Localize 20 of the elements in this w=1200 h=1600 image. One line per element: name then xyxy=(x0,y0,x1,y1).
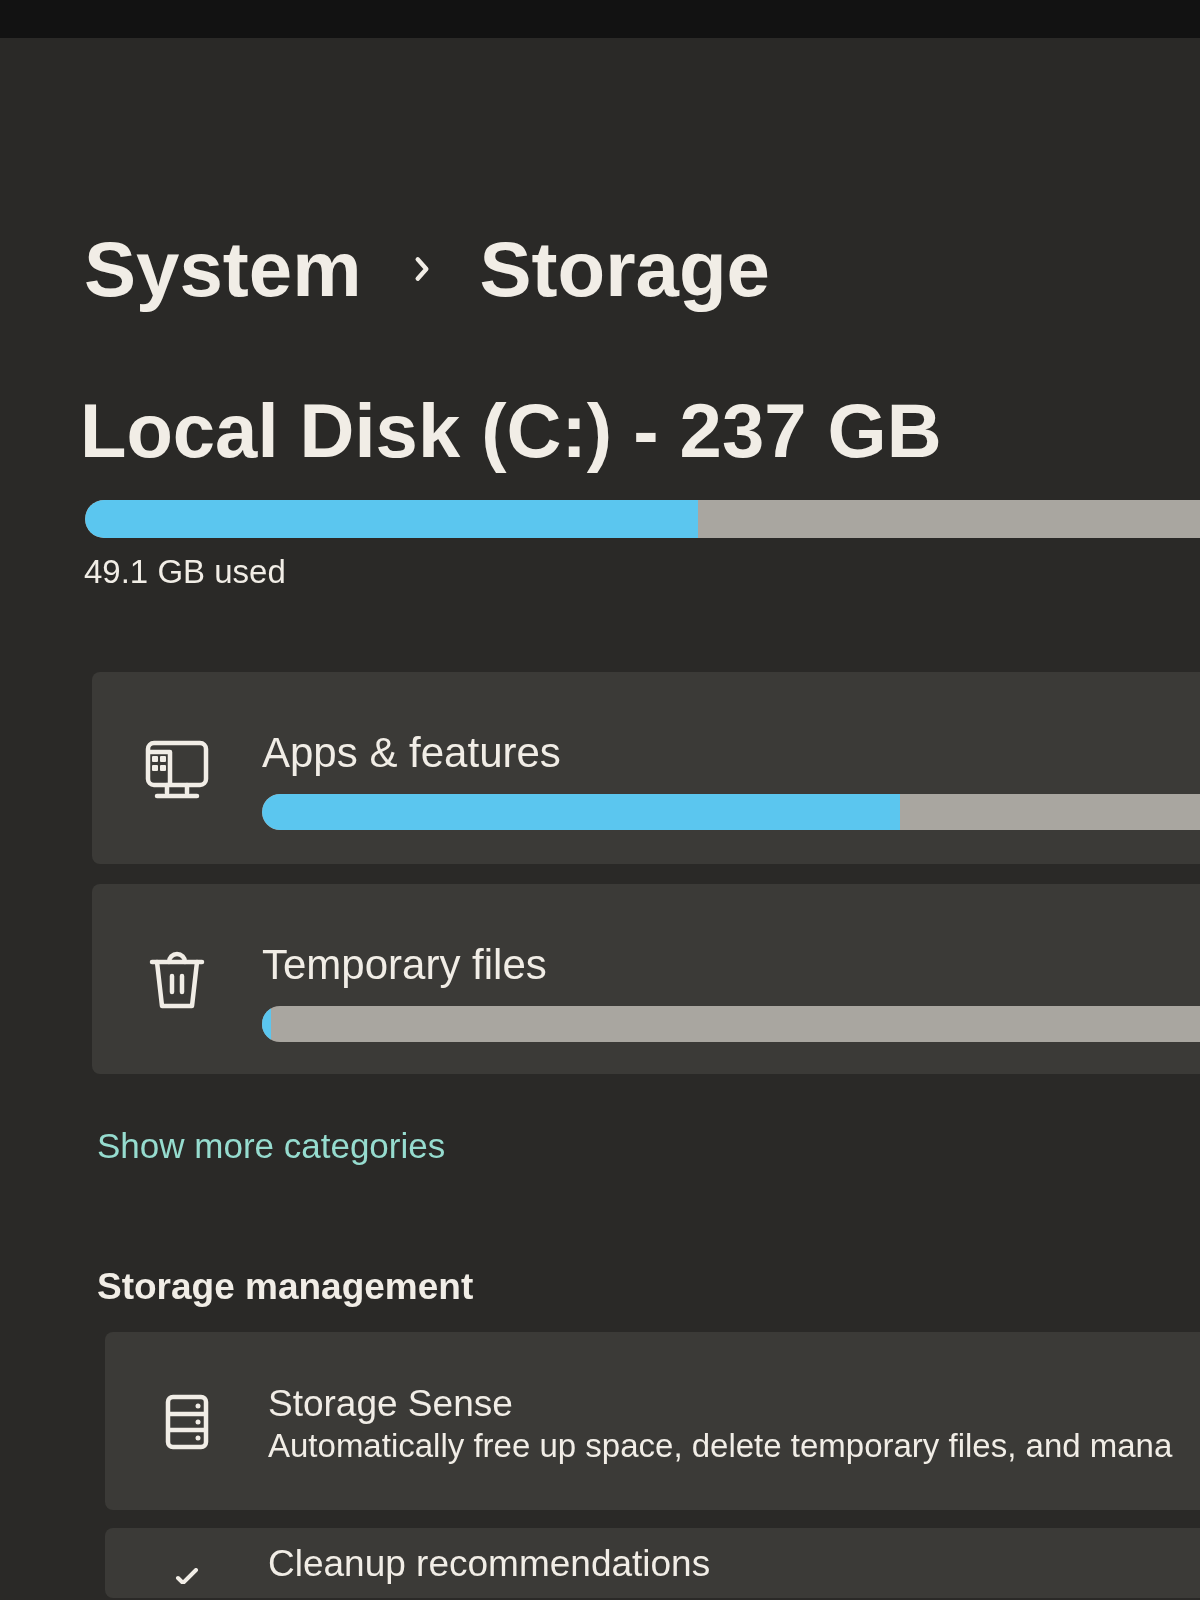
used-space-label: 49.1 GB used xyxy=(84,552,287,592)
trash-icon xyxy=(149,950,205,1010)
breadcrumb-parent[interactable]: System xyxy=(84,224,362,314)
settings-card[interactable]: Storage Sense Automatically free up space, delete temporary files, and mana xyxy=(105,1332,1200,1510)
section-heading: Storage management xyxy=(97,1265,475,1309)
settings-card[interactable]: Cleanup recommendations xyxy=(105,1528,1200,1598)
category-card[interactable]: Temporary files xyxy=(92,884,1200,1074)
setting-description: Automatically free up space, delete temporary files, and mana xyxy=(268,1426,1174,1466)
category-label: Apps & features xyxy=(262,728,562,778)
setting-title: Storage Sense xyxy=(268,1382,514,1426)
show-more-link[interactable]: Show more categories xyxy=(97,1124,446,1168)
monitor-grid-icon xyxy=(145,740,209,800)
disk-title: Local Disk (C:) - 237 GB xyxy=(80,387,943,475)
category-label: Temporary files xyxy=(262,940,548,990)
checkmark-icon xyxy=(174,1568,199,1584)
category-card[interactable]: Apps & features xyxy=(92,672,1200,864)
chevron-icon xyxy=(413,256,430,282)
page-title: Storage xyxy=(479,224,770,314)
setting-title: Cleanup recommendations xyxy=(268,1542,712,1586)
drive-stack-icon xyxy=(164,1394,209,1450)
